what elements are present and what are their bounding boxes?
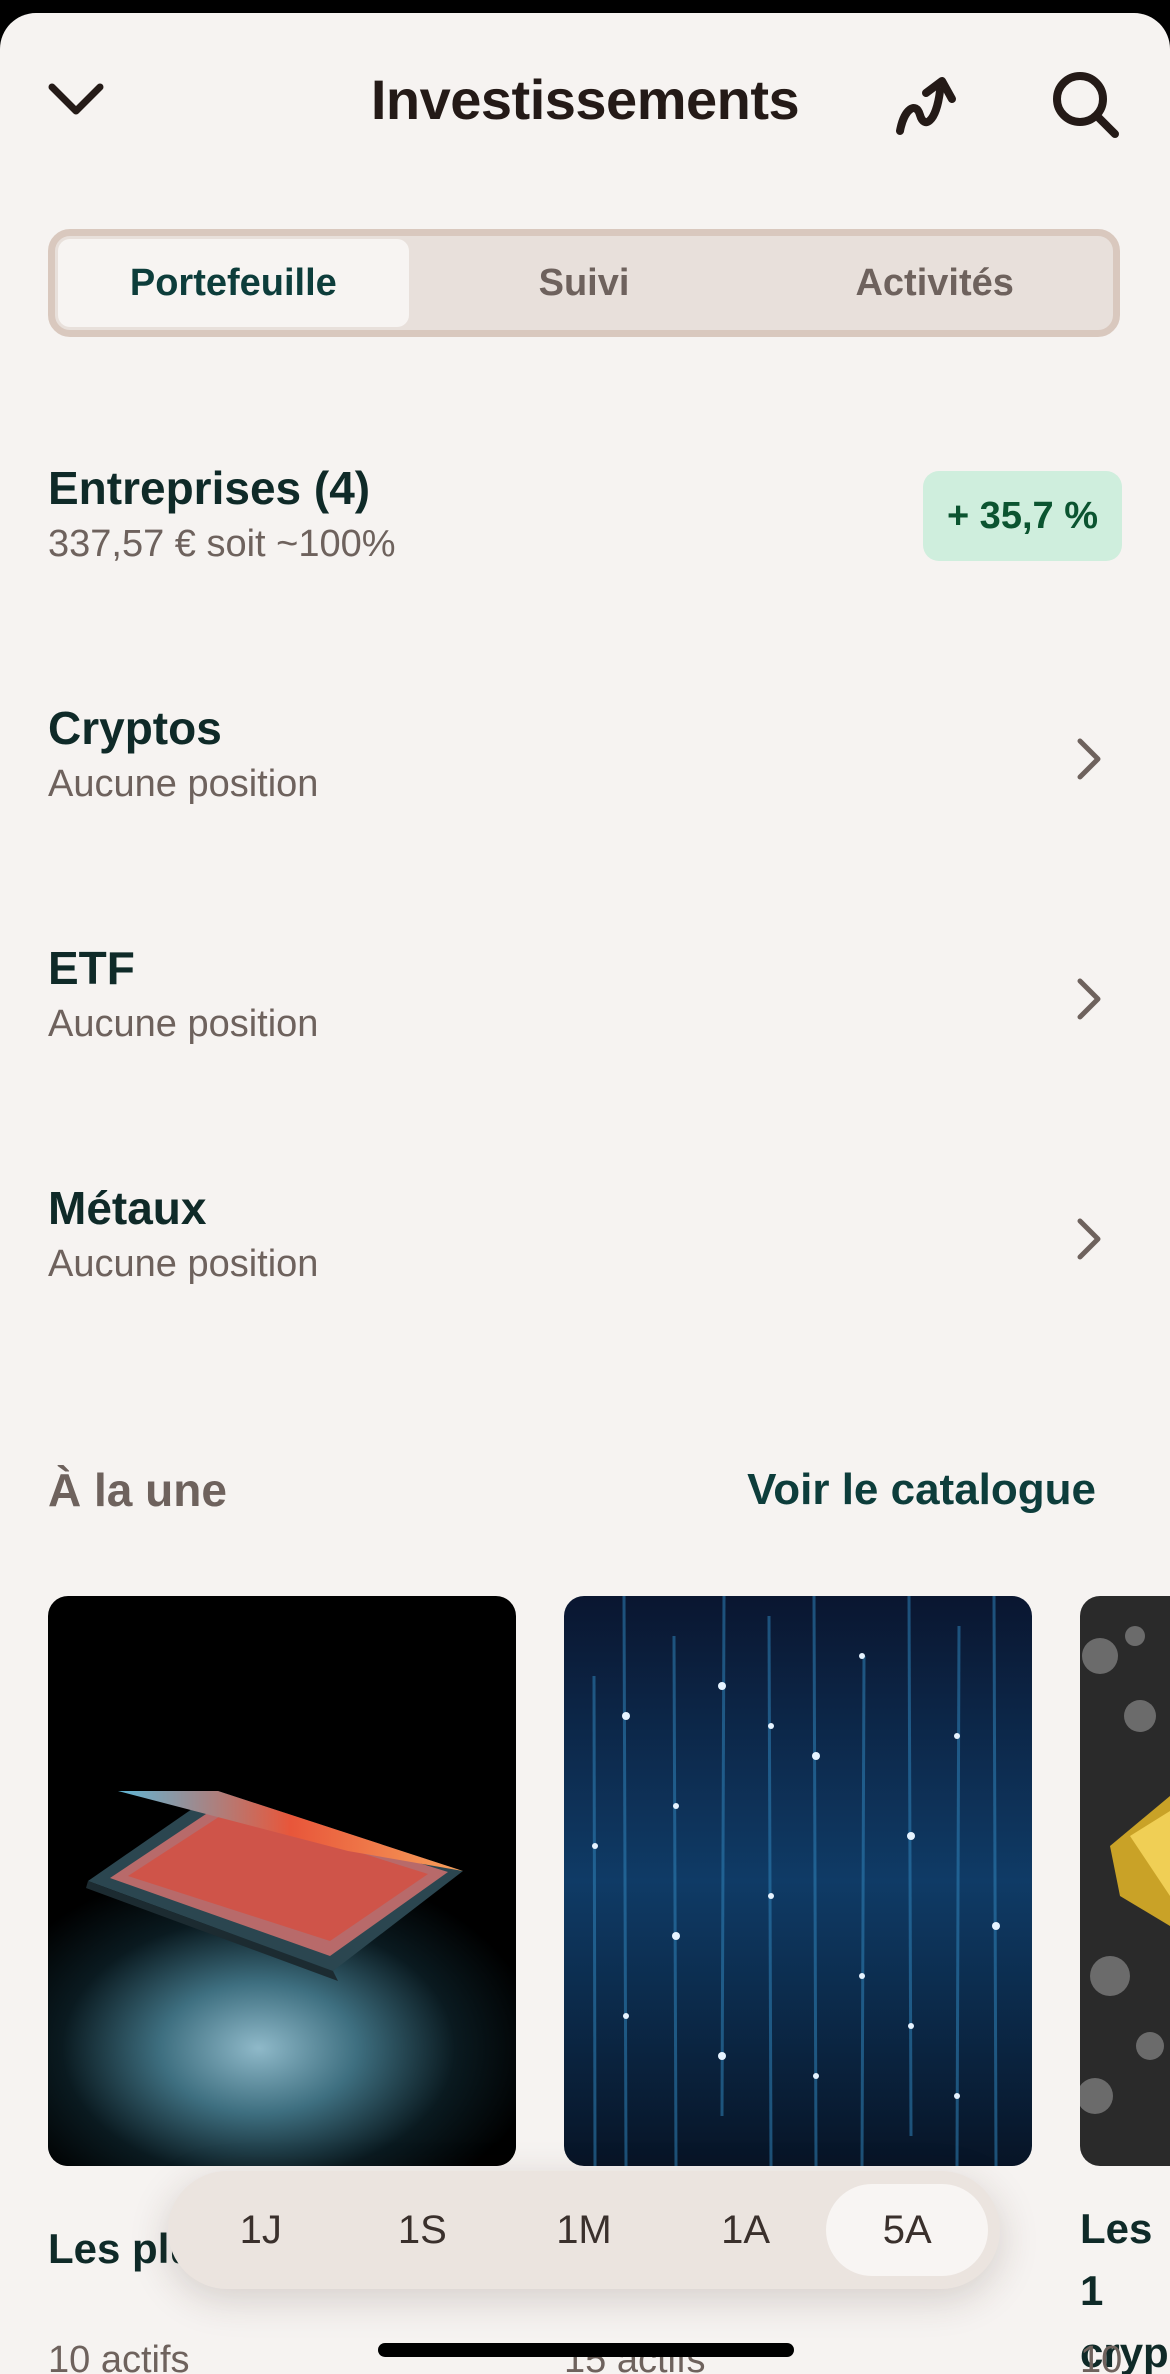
featured-card-3-subtitle: 10 ac (1080, 2339, 1123, 2374)
row-title: Métaux (48, 1182, 207, 1234)
page-title: Investissements (370, 68, 800, 131)
tab-activites[interactable]: Activités (759, 239, 1110, 327)
row-subtitle: Aucune position (48, 1243, 319, 1285)
portfolio-row-companies[interactable]: Entreprises (4) 337,57 € soit ~100% + 35… (48, 461, 1122, 591)
laptop-photo (48, 1596, 516, 2166)
period-option-5a[interactable]: 5A (826, 2184, 988, 2276)
featured-card-2[interactable] (564, 1596, 1032, 2166)
row-subtitle: Aucune position (48, 763, 319, 805)
investments-sheet: Investissements Portefeuille Suivi Activ… (0, 13, 1170, 2374)
chevron-right-icon (1077, 978, 1101, 1020)
row-subtitle: 337,57 € soit ~100% (48, 523, 396, 565)
search-button[interactable] (1040, 59, 1130, 149)
row-title: Entreprises (4) (48, 462, 371, 514)
investments-tabs: Portefeuille Suivi Activités (48, 229, 1120, 337)
featured-heading: À la une (48, 1464, 227, 1516)
period-selector: 1J 1S 1M 1A 5A (168, 2171, 1000, 2289)
featured-card-3[interactable] (1080, 1596, 1170, 2166)
row-title: Cryptos (48, 702, 222, 754)
portfolio-row-metals[interactable]: Métaux Aucune position (48, 1181, 1122, 1311)
period-option-1j[interactable]: 1J (180, 2184, 342, 2276)
chevron-right-icon (1077, 738, 1101, 780)
home-indicator (378, 2343, 794, 2357)
period-option-1s[interactable]: 1S (342, 2184, 504, 2276)
chevron-right-icon (1077, 1218, 1101, 1260)
featured-card-3-title-line1: Les 1 (1080, 2205, 1153, 2314)
period-option-1m[interactable]: 1M (503, 2184, 665, 2276)
digital-lights-photo (564, 1596, 1032, 2166)
trend-arrow-icon (896, 77, 956, 135)
portfolio-row-etf[interactable]: ETF Aucune position (48, 941, 1122, 1071)
gold-crypto-photo (1080, 1596, 1170, 2166)
performance-badge: + 35,7 % (922, 471, 1122, 561)
featured-card-1[interactable] (48, 1596, 516, 2166)
tab-portefeuille[interactable]: Portefeuille (58, 239, 409, 327)
portfolio-row-cryptos[interactable]: Cryptos Aucune position (48, 701, 1122, 831)
row-title: ETF (48, 942, 135, 994)
period-option-1a[interactable]: 1A (665, 2184, 827, 2276)
catalog-link[interactable]: Voir le catalogue (747, 1465, 1096, 1515)
trend-button[interactable] (880, 61, 970, 151)
featured-card-1-subtitle: 10 actifs (48, 2339, 190, 2374)
row-subtitle: Aucune position (48, 1003, 319, 1045)
search-icon (1053, 72, 1119, 138)
tab-suivi[interactable]: Suivi (409, 239, 760, 327)
